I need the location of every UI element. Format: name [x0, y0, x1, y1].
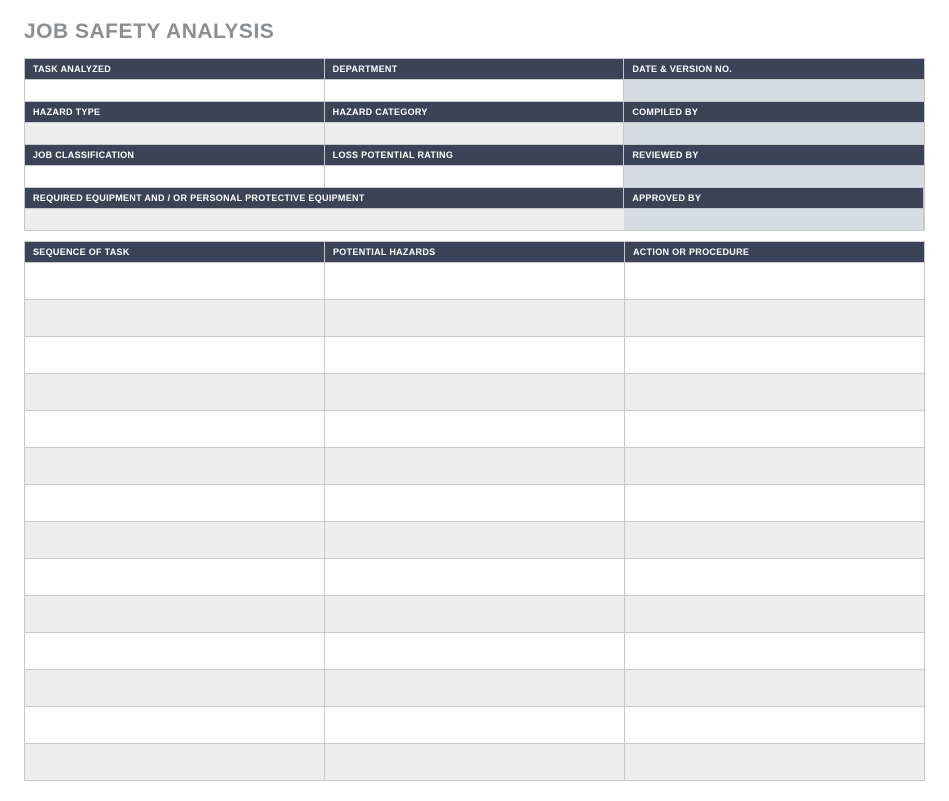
sequence-cell[interactable] — [25, 707, 325, 744]
approved-by-value[interactable] — [624, 209, 924, 231]
hazards-header: POTENTIAL HAZARDS — [325, 242, 625, 263]
table-row — [25, 633, 925, 670]
sequence-cell[interactable] — [25, 744, 325, 781]
sequence-cell[interactable] — [25, 448, 325, 485]
table-row — [25, 559, 925, 596]
sequence-cell[interactable] — [25, 263, 325, 300]
table-row — [25, 670, 925, 707]
action-cell[interactable] — [625, 559, 925, 596]
action-cell[interactable] — [625, 374, 925, 411]
action-cell[interactable] — [625, 263, 925, 300]
sequence-cell[interactable] — [25, 337, 325, 374]
hazards-cell[interactable] — [325, 337, 625, 374]
hazards-cell[interactable] — [325, 448, 625, 485]
sequence-header: SEQUENCE OF TASK — [25, 242, 325, 263]
job-classification-label: JOB CLASSIFICATION — [25, 145, 325, 166]
hazards-cell[interactable] — [325, 300, 625, 337]
action-cell[interactable] — [625, 485, 925, 522]
sequence-cell[interactable] — [25, 559, 325, 596]
loss-potential-rating-label: LOSS POTENTIAL RATING — [325, 145, 625, 166]
hazard-type-label: HAZARD TYPE — [25, 102, 325, 123]
action-header: ACTION OR PROCEDURE — [625, 242, 925, 263]
table-row — [25, 522, 925, 559]
job-classification-value[interactable] — [25, 166, 325, 188]
hazards-cell[interactable] — [325, 411, 625, 448]
info-grid: TASK ANALYZED DEPARTMENT DATE & VERSION … — [24, 58, 925, 231]
table-row — [25, 596, 925, 633]
required-equipment-label: REQUIRED EQUIPMENT AND / OR PERSONAL PRO… — [25, 188, 624, 209]
department-label: DEPARTMENT — [325, 59, 625, 80]
action-cell[interactable] — [625, 744, 925, 781]
table-row — [25, 707, 925, 744]
hazards-cell[interactable] — [325, 522, 625, 559]
reviewed-by-label: REVIEWED BY — [624, 145, 924, 166]
compiled-by-value[interactable] — [624, 123, 924, 145]
required-equipment-value[interactable] — [25, 209, 624, 231]
hazards-cell[interactable] — [325, 670, 625, 707]
table-row — [25, 300, 925, 337]
loss-potential-rating-value[interactable] — [325, 166, 625, 188]
action-cell[interactable] — [625, 522, 925, 559]
action-cell[interactable] — [625, 448, 925, 485]
table-row — [25, 374, 925, 411]
hazards-cell[interactable] — [325, 263, 625, 300]
table-row — [25, 744, 925, 781]
date-version-label: DATE & VERSION NO. — [624, 59, 924, 80]
approved-by-label: APPROVED BY — [624, 188, 924, 209]
page-title: JOB SAFETY ANALYSIS — [24, 20, 925, 44]
hazards-cell[interactable] — [325, 633, 625, 670]
sequence-cell[interactable] — [25, 596, 325, 633]
table-row — [25, 411, 925, 448]
action-cell[interactable] — [625, 707, 925, 744]
hazards-cell[interactable] — [325, 744, 625, 781]
reviewed-by-value[interactable] — [624, 166, 924, 188]
sequence-cell[interactable] — [25, 485, 325, 522]
hazards-cell[interactable] — [325, 485, 625, 522]
sequence-cell[interactable] — [25, 374, 325, 411]
hazards-cell[interactable] — [325, 374, 625, 411]
table-row — [25, 485, 925, 522]
hazard-type-value[interactable] — [25, 123, 325, 145]
hazard-category-value[interactable] — [325, 123, 625, 145]
table-row — [25, 448, 925, 485]
action-cell[interactable] — [625, 596, 925, 633]
hazards-cell[interactable] — [325, 559, 625, 596]
task-analyzed-label: TASK ANALYZED — [25, 59, 325, 80]
hazards-cell[interactable] — [325, 596, 625, 633]
hazards-cell[interactable] — [325, 707, 625, 744]
action-cell[interactable] — [625, 300, 925, 337]
sequence-cell[interactable] — [25, 633, 325, 670]
action-cell[interactable] — [625, 633, 925, 670]
action-cell[interactable] — [625, 670, 925, 707]
table-row — [25, 263, 925, 300]
sequence-cell[interactable] — [25, 411, 325, 448]
action-cell[interactable] — [625, 337, 925, 374]
sequence-cell[interactable] — [25, 670, 325, 707]
section-spacer — [24, 231, 925, 241]
sequence-cell[interactable] — [25, 522, 325, 559]
hazard-category-label: HAZARD CATEGORY — [325, 102, 625, 123]
date-version-value[interactable] — [624, 80, 924, 102]
table-row — [25, 337, 925, 374]
compiled-by-label: COMPILED BY — [624, 102, 924, 123]
sequence-cell[interactable] — [25, 300, 325, 337]
task-table: SEQUENCE OF TASK POTENTIAL HAZARDS ACTIO… — [24, 241, 925, 781]
action-cell[interactable] — [625, 411, 925, 448]
department-value[interactable] — [325, 80, 625, 102]
task-analyzed-value[interactable] — [25, 80, 325, 102]
